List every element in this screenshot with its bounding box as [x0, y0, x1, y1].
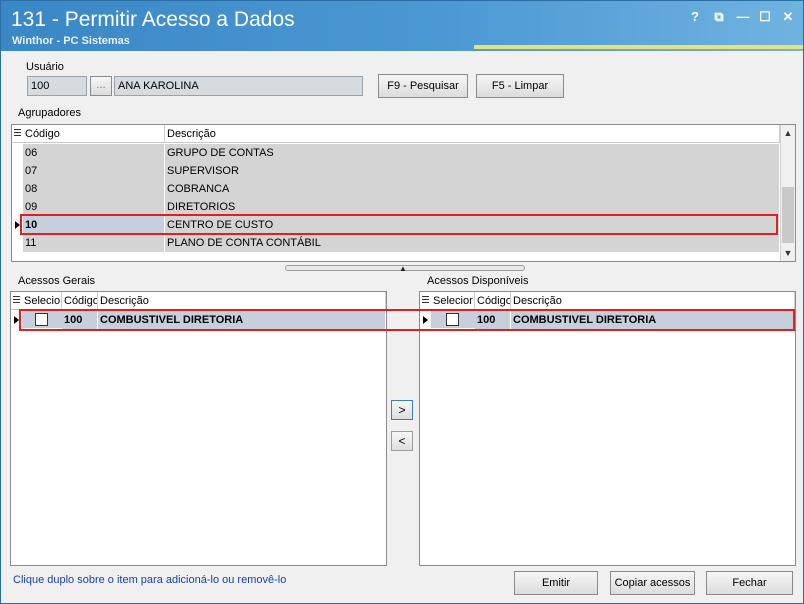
- row-code: 100: [62, 311, 98, 329]
- row-desc: COMBUSTIVEL DIRETORIA: [98, 311, 386, 329]
- col-codigo[interactable]: Código: [23, 125, 165, 143]
- hint-text: Clique duplo sobre o item para adicioná-…: [13, 574, 287, 586]
- column-menu-icon[interactable]: [422, 296, 429, 306]
- minimize-icon[interactable]: —: [735, 9, 751, 25]
- acessos-gerais-grid: Selecio Código Descrição 100 COMBUSTIVEL…: [10, 291, 387, 566]
- col-descricao[interactable]: Descrição: [165, 125, 780, 143]
- row-desc: SUPERVISOR: [165, 162, 780, 180]
- table-row[interactable]: 06 GRUPO DE CONTAS: [12, 144, 780, 162]
- select-checkbox[interactable]: [446, 313, 459, 326]
- select-checkbox[interactable]: [35, 313, 48, 326]
- row-code: 06: [23, 144, 165, 162]
- column-menu-icon[interactable]: [13, 296, 20, 306]
- acessos-gerais-label: Acessos Gerais: [18, 275, 96, 287]
- add-access-button[interactable]: >: [391, 400, 413, 420]
- row-code: 11: [23, 234, 165, 252]
- row-indicator-icon: [420, 311, 431, 329]
- col-codigo[interactable]: Código: [475, 292, 511, 310]
- col-descricao[interactable]: Descrição: [511, 292, 795, 310]
- title-accent-stripe: [474, 45, 803, 49]
- remove-access-button[interactable]: <: [391, 431, 413, 451]
- search-button[interactable]: F9 - Pesquisar: [378, 74, 468, 98]
- row-desc: COMBUSTIVEL DIRETORIA: [511, 311, 795, 329]
- row-indicator-icon: [11, 311, 22, 329]
- restore-icon[interactable]: ⧉: [711, 9, 727, 25]
- scroll-up-icon[interactable]: ▲: [781, 126, 795, 140]
- fechar-button[interactable]: Fechar: [706, 571, 793, 595]
- row-code: 10: [23, 216, 165, 234]
- table-row[interactable]: 08 COBRANCA: [12, 180, 780, 198]
- acessos-disponiveis-label: Acessos Disponíveis: [427, 275, 529, 287]
- table-row[interactable]: 09 DIRETORIOS: [12, 198, 780, 216]
- maximize-icon[interactable]: ☐: [757, 9, 773, 25]
- col-selecionar[interactable]: Selecior: [431, 292, 475, 310]
- vertical-scrollbar[interactable]: ▲ ▼: [780, 125, 795, 261]
- scroll-down-icon[interactable]: ▼: [781, 246, 795, 260]
- acessos-disponiveis-grid: Selecior Código Descrição 100 COMBUSTIVE…: [419, 291, 796, 566]
- user-lookup-button[interactable]: ...: [90, 76, 112, 96]
- row-desc: PLANO DE CONTA CONTÁBIL: [165, 234, 780, 252]
- table-row[interactable]: 07 SUPERVISOR: [12, 162, 780, 180]
- close-icon[interactable]: ✕: [780, 9, 796, 25]
- emitir-button[interactable]: Emitir: [514, 571, 598, 595]
- grid-header: Código Descrição: [12, 125, 780, 143]
- window-subtitle: Winthor - PC Sistemas: [12, 35, 130, 47]
- usuario-label: Usuário: [26, 61, 64, 73]
- help-icon[interactable]: ?: [687, 9, 703, 25]
- row-desc: GRUPO DE CONTAS: [165, 144, 780, 162]
- agrupadores-grid: Código Descrição 06 GRUPO DE CONTAS 07 S…: [11, 124, 796, 262]
- table-row-selected[interactable]: 10 CENTRO DE CUSTO: [12, 216, 780, 234]
- col-selecionar[interactable]: Selecio: [22, 292, 62, 310]
- col-descricao[interactable]: Descrição: [98, 292, 386, 310]
- table-row[interactable]: 11 PLANO DE CONTA CONTÁBIL: [12, 234, 780, 252]
- agrupadores-label: Agrupadores: [18, 107, 81, 119]
- row-desc: COBRANCA: [165, 180, 780, 198]
- column-menu-icon[interactable]: [14, 129, 21, 139]
- row-code: 08: [23, 180, 165, 198]
- clear-button[interactable]: F5 - Limpar: [476, 74, 564, 98]
- title-bar: 131 - Permitir Acesso a Dados Winthor - …: [1, 1, 803, 51]
- user-code-field[interactable]: 100: [27, 76, 87, 96]
- user-name-field: ANA KAROLINA: [114, 76, 363, 96]
- table-row[interactable]: 100 COMBUSTIVEL DIRETORIA: [420, 311, 795, 329]
- scroll-thumb[interactable]: [782, 187, 794, 243]
- col-codigo[interactable]: Código: [62, 292, 98, 310]
- row-code: 09: [23, 198, 165, 216]
- collapse-icon[interactable]: ▲: [399, 264, 407, 273]
- window-title: 131 - Permitir Acesso a Dados: [11, 8, 295, 31]
- row-indicator-icon: [12, 216, 23, 234]
- row-code: 07: [23, 162, 165, 180]
- copiar-acessos-button[interactable]: Copiar acessos: [610, 571, 695, 595]
- row-desc: CENTRO DE CUSTO: [165, 216, 780, 234]
- main-window: 131 - Permitir Acesso a Dados Winthor - …: [0, 0, 804, 604]
- table-row[interactable]: 100 COMBUSTIVEL DIRETORIA: [11, 311, 386, 329]
- row-code: 100: [475, 311, 511, 329]
- row-desc: DIRETORIOS: [165, 198, 780, 216]
